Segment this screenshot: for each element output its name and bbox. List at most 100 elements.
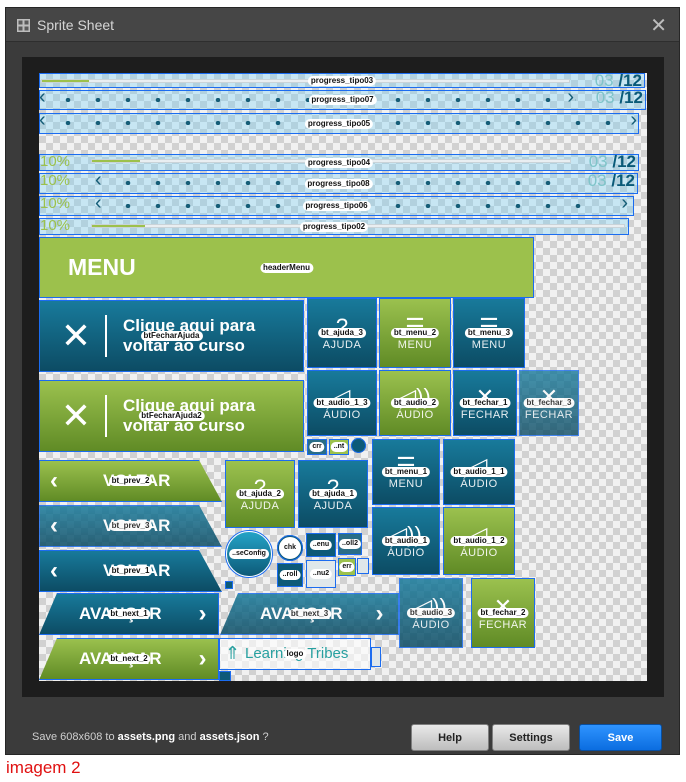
sprite-bt-next-3[interactable]: AVANÇAR› bt_next_3 xyxy=(220,593,399,635)
sprite-bt-menu-1[interactable]: ☰ MENU bt_menu_1 xyxy=(372,439,440,505)
save-info-text: Save 608x608 to assets.png and assets.js… xyxy=(32,731,269,743)
sprite-bt-menu-2[interactable]: ☰ MENU bt_menu_2 xyxy=(379,298,451,368)
sprite-label: bt_ajuda_1 xyxy=(309,489,357,499)
sprite-label: crr xyxy=(309,442,325,452)
percent-label: 10% xyxy=(40,196,71,212)
sprite-label: progress_tipo02 xyxy=(299,221,369,232)
tile-label: MENU xyxy=(471,339,507,351)
chevron-right-icon: › xyxy=(621,196,628,214)
sprite-crr[interactable]: crr xyxy=(307,439,327,455)
sprite-progress-tipo08[interactable]: 10% ‹ 03 /12 progress_tipo08 xyxy=(39,173,638,194)
sprite-bt-fechar-3[interactable]: ✕ FECHAR bt_fechar_3 xyxy=(519,370,579,436)
page-counter: 03 /12 xyxy=(595,90,643,107)
page-counter: 03 /12 xyxy=(588,154,636,171)
sprite-bt-audio-3[interactable]: ◁)) ÁUDIO bt_audio_3 xyxy=(399,578,463,648)
sprite-chk[interactable]: chk xyxy=(277,535,303,561)
sprite-bt-audio-1-3[interactable]: ◁ ÁUDIO bt_audio_1_3 xyxy=(307,370,377,436)
close-icon: ✕ xyxy=(47,395,107,437)
preview-frame: 03 /12 progress_tipo03 ‹ › 03 /12 progre… xyxy=(22,57,664,697)
progress-fill xyxy=(42,80,90,82)
sprite-bt-fechar-2[interactable]: ✕ FECHAR bt_fechar_2 xyxy=(471,578,535,648)
sprite-bt-next-2[interactable]: AVANÇAR› bt_next_2 xyxy=(39,638,219,680)
sprite-label: chk xyxy=(280,543,300,553)
tile-label: ÁUDIO xyxy=(387,547,425,559)
tile-label: AJUDA xyxy=(322,339,362,351)
sprite-enu[interactable]: ..enu xyxy=(306,533,336,557)
progress-fill xyxy=(92,160,140,162)
sprite-progress-tipo05[interactable]: ‹ › progress_tipo05 xyxy=(39,113,639,134)
chevron-left-icon: ‹ xyxy=(50,467,58,494)
sprite-tiny-2[interactable] xyxy=(219,671,231,681)
sprite-bt-audio-1-1[interactable]: ◁ ÁUDIO bt_audio_1_1 xyxy=(443,439,515,505)
sprite-progress-tipo06[interactable]: 10% ‹ › progress_tipo06 xyxy=(39,196,634,216)
sprite-label: bt_prev_3 xyxy=(108,521,153,531)
sprite-label: bt_next_2 xyxy=(107,654,151,664)
sprite-bt-fechar-1[interactable]: ✕ FECHAR bt_fechar_1 xyxy=(453,370,517,436)
sprite-bt-next-1[interactable]: AVANÇAR› bt_next_1 xyxy=(39,593,219,635)
chevron-right-icon: › xyxy=(567,90,574,108)
percent-label: 10% xyxy=(40,173,71,189)
chevron-left-icon: ‹ xyxy=(95,196,102,214)
sprite-bt-audio-1[interactable]: ◁)) ÁUDIO bt_audio_1 xyxy=(372,507,440,575)
sprite-se-config[interactable]: ..seConfig xyxy=(225,530,273,578)
sprite-label: ..roll xyxy=(279,570,301,580)
sprite-dot[interactable] xyxy=(351,438,366,453)
close-icon[interactable]: ✕ xyxy=(650,13,667,38)
sprite-label: bt_fechar_2 xyxy=(477,608,529,618)
tile-label: ÁUDIO xyxy=(323,409,361,421)
help-button[interactable]: Help xyxy=(411,724,489,751)
footer-bar: Save 608x608 to assets.png and assets.js… xyxy=(6,711,679,756)
sprite-roll[interactable]: ..roll xyxy=(277,563,303,587)
sprite-label: bt_audio_1_1 xyxy=(450,467,508,477)
sprite-oll2[interactable]: ..oll2 xyxy=(338,533,362,555)
settings-button[interactable]: Settings xyxy=(492,724,570,751)
tree-icon: ⇑ xyxy=(225,643,241,663)
sprite-sheet-window: Sprite Sheet ✕ 03 /12 progress_tipo03 ‹ … xyxy=(5,7,680,755)
sprite-header-menu[interactable]: MENU headerMenu xyxy=(39,237,534,298)
sprite-bt-prev-2[interactable]: ‹VOLTAR bt_prev_2 xyxy=(39,460,222,502)
sprite-label: bt_menu_1 xyxy=(381,467,431,477)
sprite-bt-prev-1[interactable]: ‹VOLTAR bt_prev_1 xyxy=(39,550,222,592)
close-icon: ✕ xyxy=(47,315,107,357)
sprite-label: progress_tipo06 xyxy=(302,201,371,211)
tile-label: FECHAR xyxy=(524,409,574,421)
sprite-bt-ajuda-2[interactable]: ? AJUDA bt_ajuda_2 xyxy=(225,460,295,528)
progress-track xyxy=(41,79,570,83)
sprite-progress-tipo03[interactable]: 03 /12 progress_tipo03 xyxy=(39,73,645,88)
sprite-arrow-small[interactable] xyxy=(357,558,369,574)
sprite-nt[interactable]: ..nt xyxy=(329,439,349,455)
percent-label: 10% xyxy=(40,218,71,234)
sprite-label: bt_ajuda_3 xyxy=(318,328,366,338)
sprite-bt-fechar-ajuda2[interactable]: ✕ Clique aqui para voltar ao curso btFech… xyxy=(39,380,304,452)
sprite-progress-tipo02[interactable]: 10% progress_tipo02 xyxy=(39,218,629,235)
sprite-bt-audio-2[interactable]: ◁)) ÁUDIO bt_audio_2 xyxy=(379,370,451,436)
sprite-bt-fechar-ajuda[interactable]: ✕ Clique aqui para voltar ao curso btFech… xyxy=(39,300,304,372)
sprite-label: bt_fechar_1 xyxy=(459,398,511,408)
sprite-label: bt_audio_3 xyxy=(406,608,456,618)
header-menu-text: MENU xyxy=(68,254,136,280)
sprite-tiny[interactable] xyxy=(225,581,233,589)
sprite-bt-ajuda-1[interactable]: ? AJUDA bt_ajuda_1 xyxy=(298,460,368,528)
sprite-bt-audio-1-2[interactable]: ◁ ÁUDIO bt_audio_1_2 xyxy=(443,507,515,575)
sprite-bt-prev-3[interactable]: ‹VOLTAR bt_prev_3 xyxy=(39,505,222,547)
sprite-label: ..nt xyxy=(330,442,348,452)
sprite-label: bt_prev_2 xyxy=(108,476,153,486)
sprite-arrow-right[interactable] xyxy=(371,647,381,667)
sprite-label: err xyxy=(339,562,355,572)
chevron-left-icon: ‹ xyxy=(39,113,46,131)
sprite-label: btFecharAjuda2 xyxy=(138,411,205,421)
sprite-progress-tipo07[interactable]: ‹ › 03 /12 progress_tipo07 xyxy=(39,90,646,110)
page-counter: 03 /12 xyxy=(587,173,635,190)
sprite-bt-ajuda-3[interactable]: ? AJUDA bt_ajuda_3 xyxy=(307,298,377,368)
sprite-bt-menu-3[interactable]: ☰ MENU bt_menu_3 xyxy=(453,298,525,368)
sprite-nu2[interactable]: ..nu2 xyxy=(306,560,336,588)
save-button[interactable]: Save xyxy=(579,724,662,751)
tile-label: FECHAR xyxy=(478,619,528,631)
page-counter: 03 /12 xyxy=(594,73,642,88)
sprite-progress-tipo04[interactable]: 10% 03 /12 progress_tipo04 xyxy=(39,154,639,171)
sprite-err[interactable]: err xyxy=(338,558,356,576)
sprite-logo[interactable]: ⇑ Learning Tribes logo xyxy=(219,638,371,670)
sprite-label: ..oll2 xyxy=(339,539,361,549)
chevron-left-icon: ‹ xyxy=(50,557,58,584)
sprite-label: btFecharAjuda xyxy=(140,331,203,341)
